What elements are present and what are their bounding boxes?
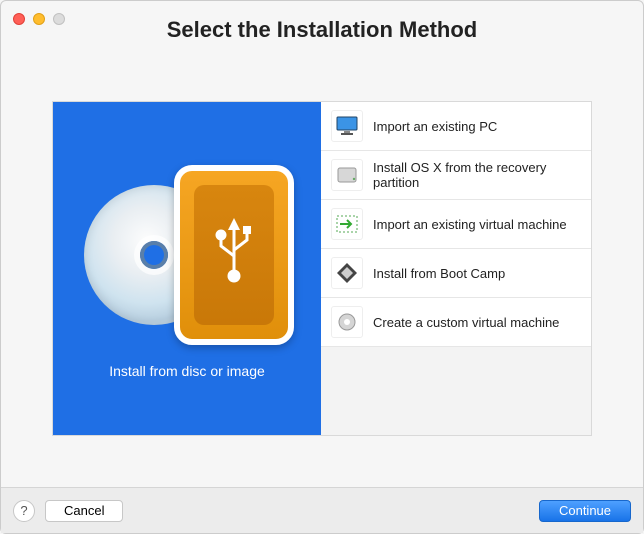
option-label: Install from Boot Camp xyxy=(373,266,505,281)
help-button[interactable]: ? xyxy=(13,500,35,522)
option-import-vm[interactable]: Import an existing virtual machine xyxy=(321,200,591,249)
bootcamp-icon xyxy=(331,257,363,289)
option-custom-vm[interactable]: Create a custom virtual machine xyxy=(321,298,591,347)
method-options-list: Import an existing PC Install OS X from … xyxy=(321,102,591,435)
continue-button[interactable]: Continue xyxy=(539,500,631,522)
bottom-toolbar: ? Cancel Continue xyxy=(1,487,643,533)
selected-method-label: Install from disc or image xyxy=(109,363,265,379)
usb-drive-icon xyxy=(174,165,294,345)
selected-method-panel[interactable]: Install from disc or image xyxy=(53,102,321,435)
usb-symbol-icon xyxy=(209,216,259,286)
import-arrow-icon xyxy=(331,208,363,240)
gear-icon xyxy=(331,306,363,338)
disc-image-illustration xyxy=(92,159,282,349)
option-import-pc[interactable]: Import an existing PC xyxy=(321,102,591,151)
option-boot-camp[interactable]: Install from Boot Camp xyxy=(321,249,591,298)
page-title: Select the Installation Method xyxy=(1,17,643,43)
option-label: Import an existing virtual machine xyxy=(373,217,567,232)
option-label: Import an existing PC xyxy=(373,119,497,134)
options-list-filler xyxy=(321,347,591,435)
option-label: Create a custom virtual machine xyxy=(373,315,559,330)
pc-monitor-icon xyxy=(331,110,363,142)
option-recovery-partition[interactable]: Install OS X from the recovery partition xyxy=(321,151,591,200)
cancel-button[interactable]: Cancel xyxy=(45,500,123,522)
hard-drive-icon xyxy=(331,159,363,191)
main-content: Install from disc or image Import an exi… xyxy=(52,101,592,436)
option-label: Install OS X from the recovery partition xyxy=(373,160,581,190)
